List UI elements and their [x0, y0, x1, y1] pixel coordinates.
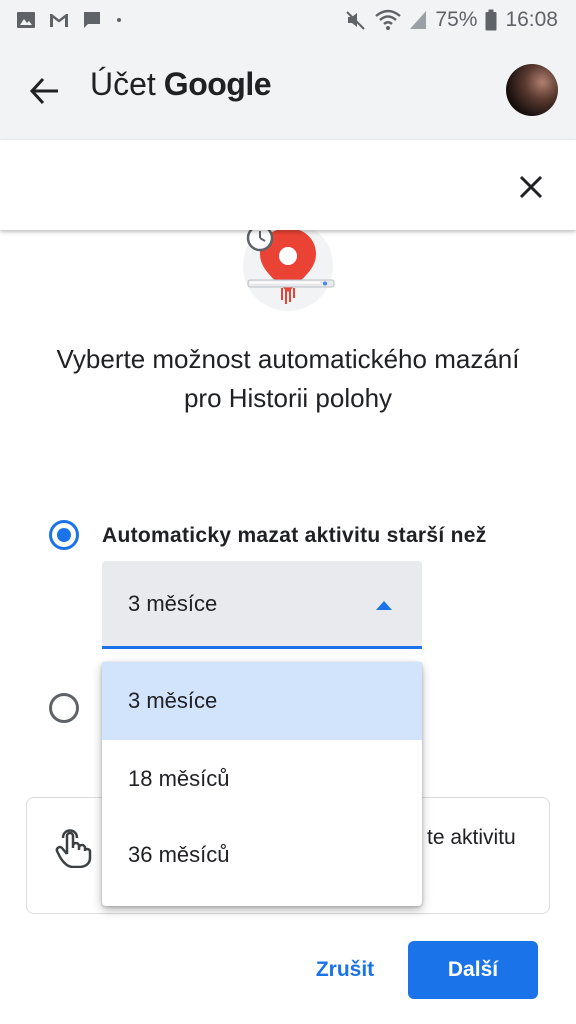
signal-icon: [410, 11, 427, 29]
status-bar-system: 75% 16:08: [345, 8, 558, 32]
battery-icon: [485, 9, 497, 31]
period-dropdown-menu: 3 měsíce 18 měsíců 36 měsíců: [102, 662, 422, 906]
menu-option-3-months[interactable]: 3 měsíce: [102, 662, 422, 740]
option-auto-delete-label: Automaticky mazat aktivitu starší než: [102, 524, 487, 547]
gallery-icon: [17, 12, 35, 28]
cancel-button[interactable]: Zrušit: [300, 942, 390, 998]
dot-icon: [117, 18, 121, 22]
menu-option-36-months[interactable]: 36 měsíců: [102, 816, 422, 894]
back-arrow-icon[interactable]: [28, 74, 62, 108]
page-title: Účet Google: [90, 66, 272, 103]
gmail-icon: [50, 14, 68, 27]
hand-tap-icon: [55, 829, 92, 868]
dialog-header: [0, 140, 576, 230]
info-card-text: te aktivitu: [427, 826, 516, 849]
menu-option-18-months[interactable]: 18 měsíců: [102, 740, 422, 818]
mute-icon: [346, 11, 366, 30]
status-bar: 75% 16:08: [0, 0, 576, 40]
google-logo-text: Google: [163, 66, 272, 102]
status-bar-notifications: [16, 10, 124, 30]
close-icon[interactable]: [516, 172, 546, 202]
app-bar: Účet Google: [0, 40, 576, 140]
period-select[interactable]: 3 měsíce: [102, 561, 422, 649]
radio-auto-delete[interactable]: [49, 520, 79, 550]
wifi-icon: [375, 9, 402, 30]
location-history-illustration: [243, 222, 335, 311]
dialog-heading: Vyberte možnost automatického mazání pro…: [56, 344, 520, 413]
clock: 16:08: [505, 8, 558, 31]
dropdown-arrow-icon: [376, 601, 392, 610]
avatar[interactable]: [506, 64, 558, 116]
chat-icon: [84, 12, 100, 28]
period-select-value: 3 měsíce: [128, 591, 218, 616]
title-prefix: Účet: [90, 66, 156, 102]
next-button[interactable]: Další: [408, 941, 538, 999]
radio-manual-delete[interactable]: [49, 693, 79, 723]
battery-percent: 75%: [435, 8, 478, 31]
